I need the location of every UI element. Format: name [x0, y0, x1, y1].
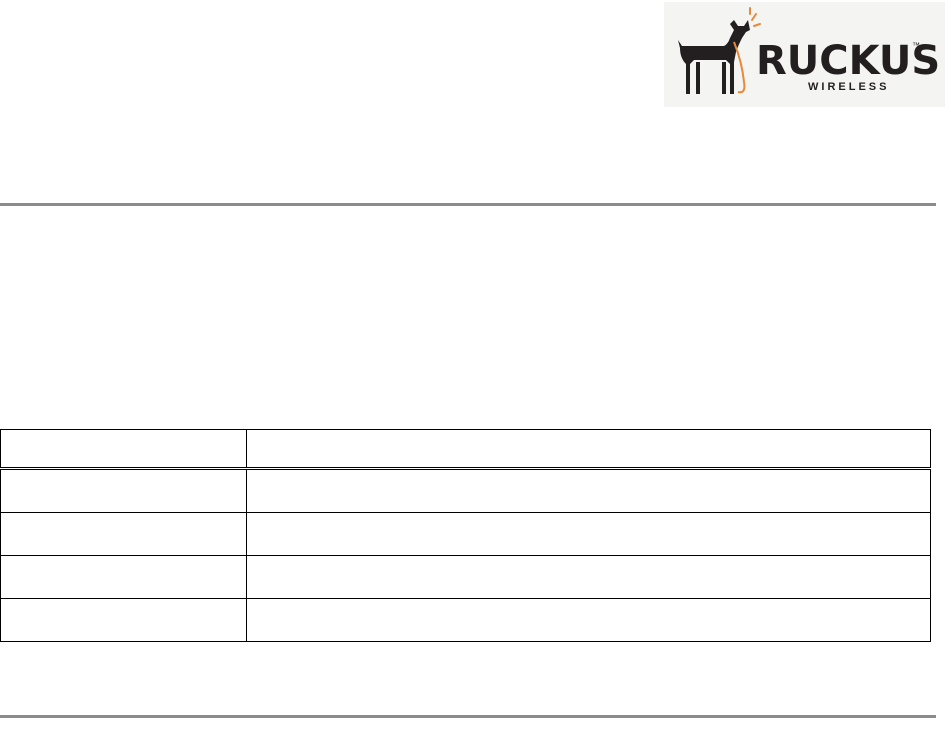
table-row [0, 512, 931, 556]
table-cell [0, 468, 247, 513]
table-cell [0, 555, 247, 599]
table-cell [0, 598, 247, 642]
table-cell [0, 512, 247, 556]
table-row [0, 468, 931, 513]
table-row [0, 598, 931, 642]
table-header-row [0, 429, 931, 470]
data-table [0, 429, 931, 642]
table-cell [246, 512, 931, 556]
ruckus-logo: RUCKUS ™ WIRELESS [664, 2, 945, 107]
table-cell [246, 468, 931, 513]
table-header-cell [0, 429, 247, 470]
ruckus-dog-logo-icon: RUCKUS ™ WIRELESS [678, 7, 940, 94]
table-header-cell [246, 429, 931, 470]
table-row [0, 555, 931, 599]
logo-subline: WIRELESS [808, 81, 889, 93]
bottom-horizontal-rule [0, 715, 936, 718]
logo-trademark: ™ [912, 41, 920, 50]
table-cell [246, 555, 931, 599]
top-horizontal-rule [0, 203, 936, 206]
table-cell [246, 598, 931, 642]
